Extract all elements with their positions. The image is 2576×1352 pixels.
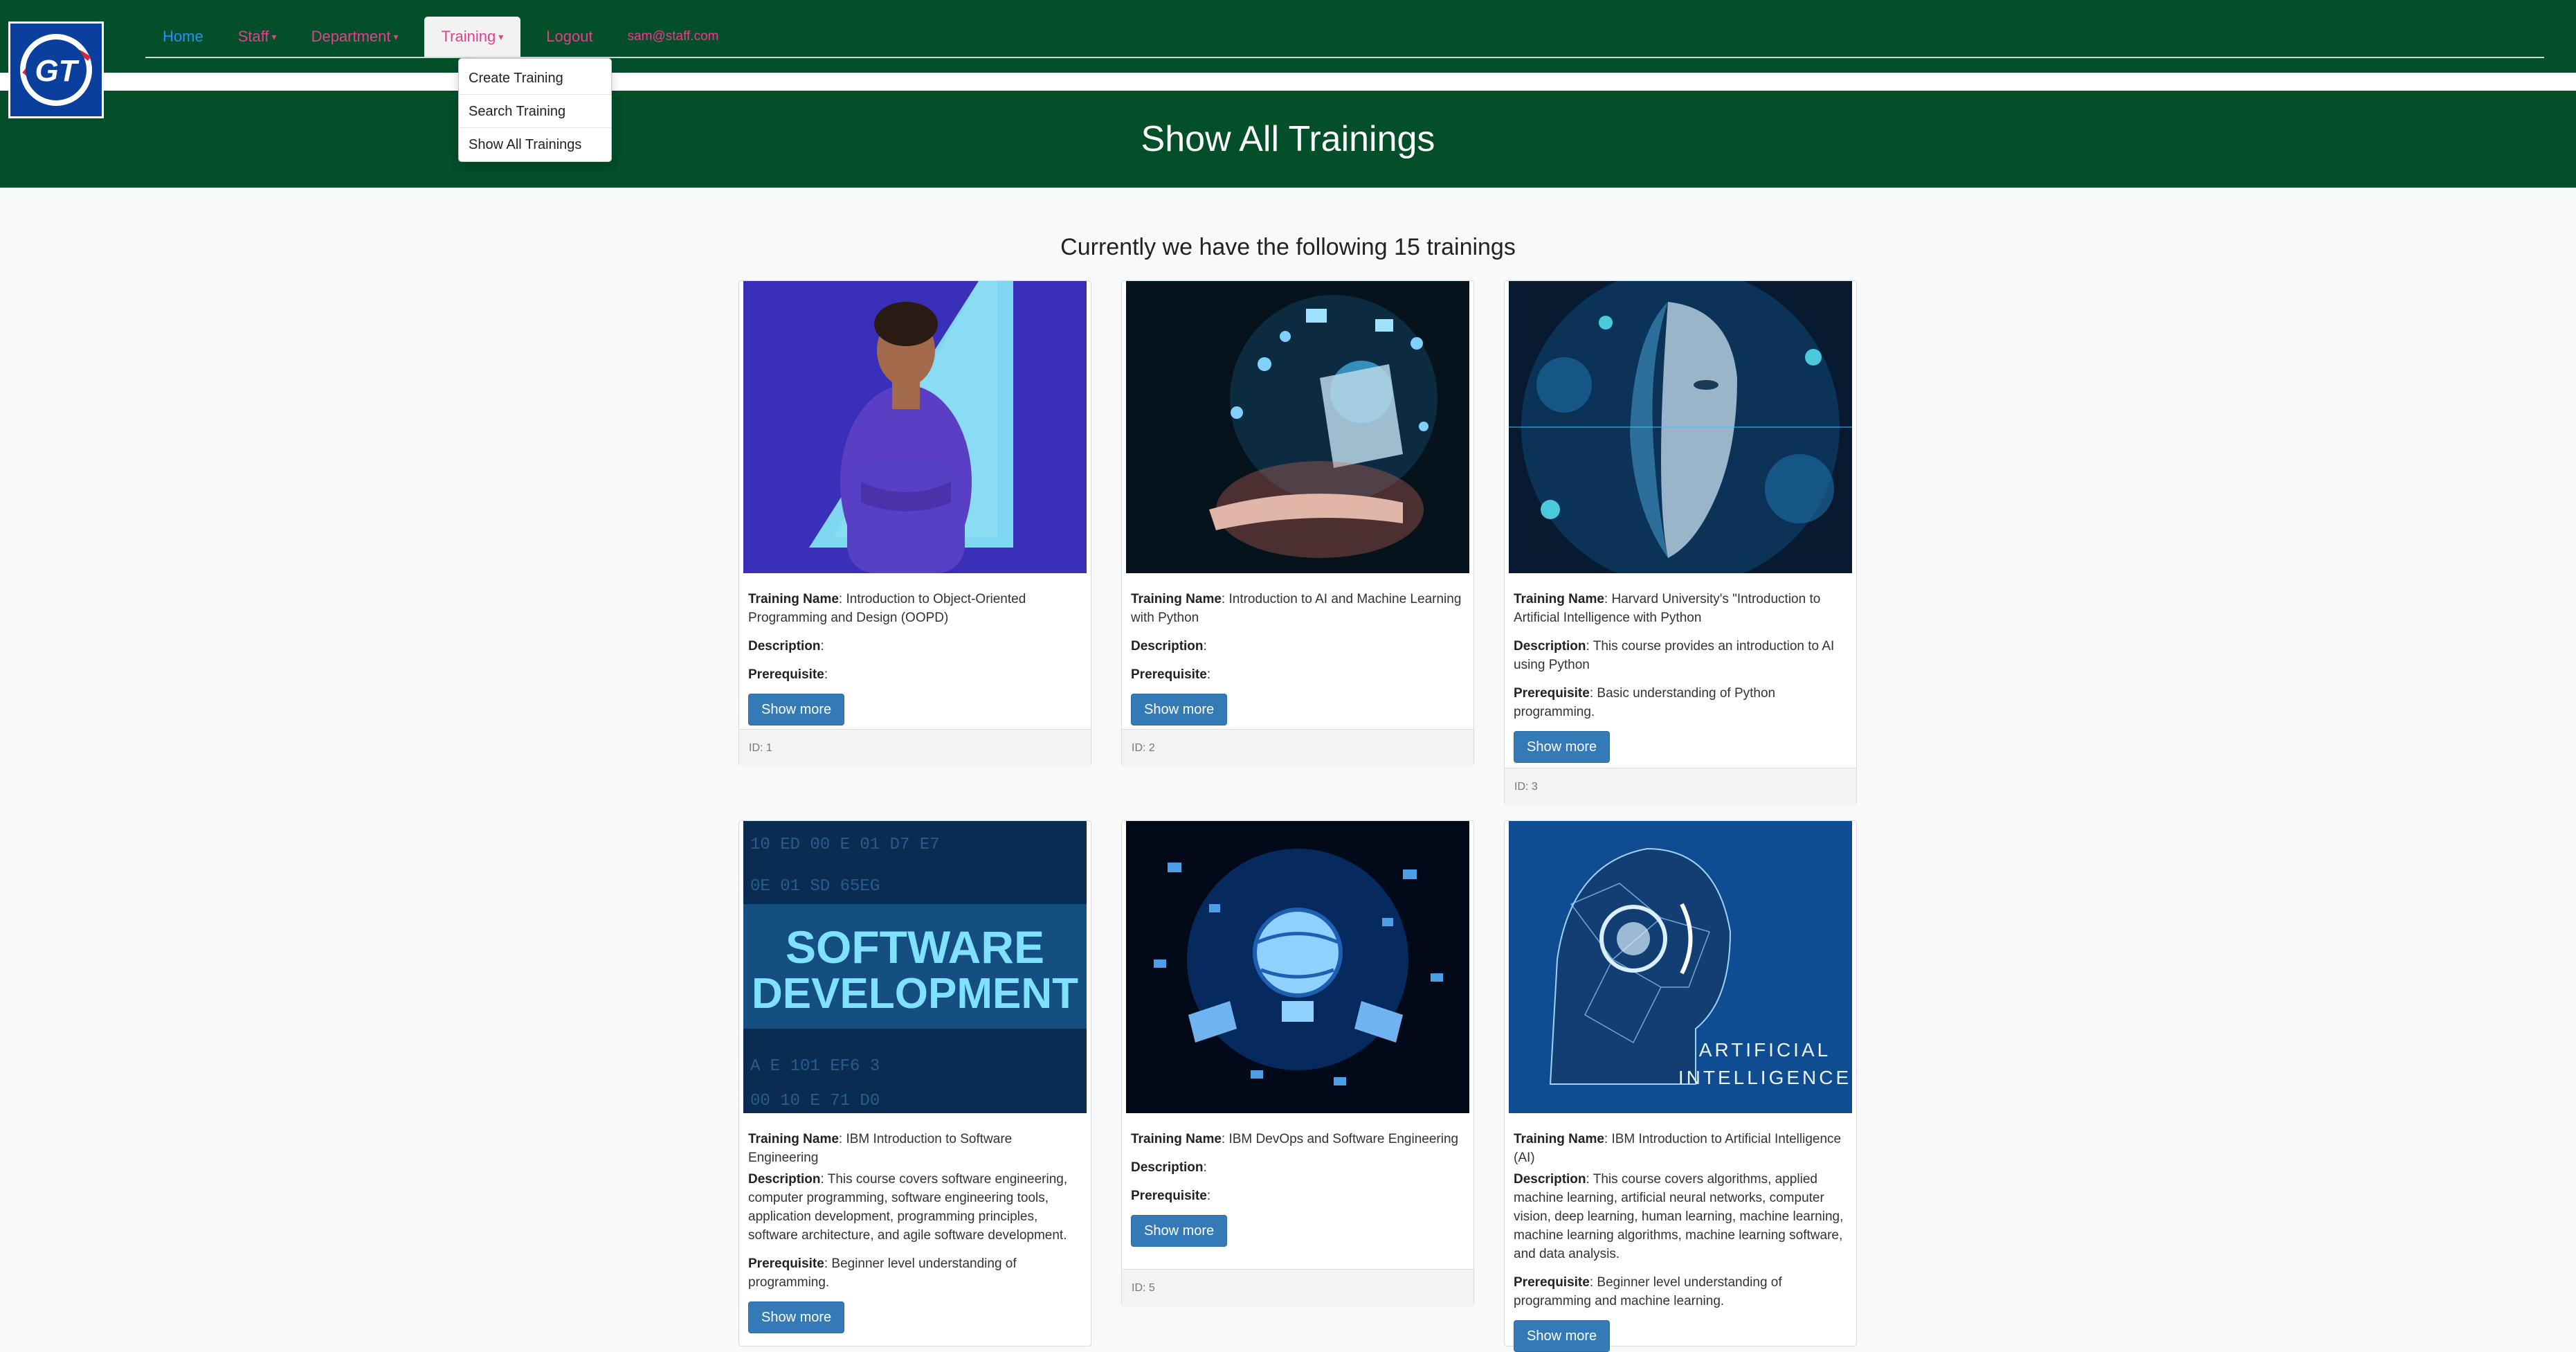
svg-text:10 ED 00 E 01 D7 E7: 10 ED 00 E 01 D7 E7 — [750, 836, 940, 854]
training-card: Training Name: Introduction to AI and Ma… — [1121, 280, 1474, 766]
card-body: Training Name: Introduction to Object-Or… — [748, 590, 1080, 725]
show-more-button[interactable]: Show more — [1131, 694, 1228, 725]
training-image — [1126, 821, 1469, 1113]
image-text-line1: ARTIFICIAL — [1699, 1039, 1831, 1061]
menu-show-all-trainings[interactable]: Show All Trainings — [459, 128, 611, 161]
show-more-button[interactable]: Show more — [748, 694, 845, 725]
training-image — [1509, 281, 1852, 573]
training-dropdown-menu: Create Training Search Training Show All… — [458, 58, 612, 162]
nav-home[interactable]: Home — [145, 17, 221, 57]
menu-search-training[interactable]: Search Training — [459, 95, 611, 128]
gt-logo[interactable]: GT — [8, 21, 104, 118]
prerequisite-label: Prerequisite — [1514, 1275, 1590, 1290]
card-body: Training Name: Introduction to AI and Ma… — [1131, 590, 1463, 725]
caret-down-icon: ▾ — [393, 31, 399, 42]
description-label: Description — [1131, 1160, 1204, 1175]
show-more-button[interactable]: Show more — [1514, 1320, 1611, 1352]
show-more-button[interactable]: Show more — [1514, 731, 1611, 763]
show-more-button[interactable]: Show more — [748, 1301, 845, 1333]
image-text-line2: INTELLIGENCE — [1678, 1067, 1851, 1088]
training-name-label: Training Name — [1514, 592, 1604, 606]
prerequisite-label: Prerequisite — [748, 667, 824, 682]
prerequisite-label: Prerequisite — [1131, 1189, 1207, 1203]
image-text-line1: SOFTWARE — [786, 921, 1044, 973]
nav-staff-label: Staff — [237, 28, 269, 45]
description-label: Description — [748, 639, 821, 654]
card-footer-id: ID: 2 — [1122, 729, 1473, 766]
training-image: 10 ED 00 E 01 D7 E7 0E 01 SD 65EG A E 10… — [743, 821, 1087, 1113]
training-name: IBM DevOps and Software Engineering — [1228, 1132, 1459, 1146]
training-name-label: Training Name — [1131, 592, 1222, 606]
nav-logout[interactable]: Logout — [529, 17, 610, 57]
training-card: Training Name: Introduction to Object-Or… — [738, 280, 1091, 766]
logo-text: GT — [35, 54, 79, 88]
nav-department-dropdown[interactable]: Department ▾ — [294, 17, 416, 57]
card-footer-id: ID: 3 — [1505, 768, 1856, 805]
description-label: Description — [1131, 639, 1204, 654]
nav-spacer — [0, 73, 2576, 91]
page-title: Show All Trainings — [1141, 119, 1435, 159]
page-header: Show All Trainings — [0, 91, 2576, 188]
card-footer-id: ID: 5 — [1122, 1269, 1473, 1306]
training-name-label: Training Name — [748, 592, 839, 606]
gt-logo-icon: GT — [20, 34, 92, 106]
caret-down-icon: ▾ — [498, 31, 504, 42]
svg-text:00 10 E 71 D0: 00 10 E 71 D0 — [750, 1092, 880, 1110]
card-body: Training Name: IBM Introduction to Softw… — [748, 1130, 1080, 1333]
image-text-line2: DEVELOPMENT — [752, 970, 1078, 1018]
training-card: 10 ED 00 E 01 D7 E7 0E 01 SD 65EG A E 10… — [738, 820, 1091, 1346]
svg-text:0E 01 SD 65EG: 0E 01 SD 65EG — [750, 877, 880, 896]
nav-staff-dropdown[interactable]: Staff ▾ — [221, 17, 294, 57]
trainings-count-heading: Currently we have the following 15 train… — [1060, 234, 1516, 260]
training-name-label: Training Name — [748, 1132, 839, 1146]
training-card: Training Name: Harvard University's "Int… — [1504, 280, 1857, 805]
navbar: Home Staff ▾ Department ▾ Training ▾ Logout… — [0, 0, 2576, 73]
prerequisite-label: Prerequisite — [1514, 686, 1590, 701]
card-body: Training Name: IBM DevOps and Software E… — [1131, 1130, 1463, 1247]
nav-training-label: Training — [441, 28, 496, 45]
training-image — [1126, 281, 1469, 573]
description-label: Description — [1514, 639, 1586, 654]
svg-text:A E 101 EF6 3: A E 101 EF6 3 — [750, 1057, 880, 1076]
nav-links: Home Staff ▾ Department ▾ Training ▾ Logout… — [145, 17, 736, 57]
nav-training-dropdown[interactable]: Training ▾ — [424, 17, 521, 57]
card-body: Training Name: Harvard University's "Int… — [1514, 590, 1846, 763]
caret-down-icon: ▾ — [271, 31, 277, 42]
nav-user-email[interactable]: sam@staff.com — [610, 17, 736, 57]
prerequisite-label: Prerequisite — [1131, 667, 1207, 682]
prerequisite-label: Prerequisite — [748, 1256, 824, 1271]
menu-create-training[interactable]: Create Training — [459, 62, 611, 95]
training-image — [743, 281, 1087, 573]
training-name-label: Training Name — [1131, 1132, 1222, 1146]
show-more-button[interactable]: Show more — [1131, 1215, 1228, 1247]
description-label: Description — [748, 1172, 821, 1187]
card-footer-id: ID: 1 — [739, 729, 1091, 766]
training-card: ARTIFICIAL INTELLIGENCE Training Name: I… — [1504, 820, 1857, 1352]
training-image: ARTIFICIAL INTELLIGENCE — [1509, 821, 1852, 1113]
training-name-label: Training Name — [1514, 1132, 1604, 1146]
nav-department-label: Department — [311, 28, 391, 45]
card-body: Training Name: IBM Introduction to Artif… — [1514, 1130, 1846, 1352]
training-card: Training Name: IBM DevOps and Software E… — [1121, 820, 1474, 1306]
description-label: Description — [1514, 1172, 1586, 1187]
